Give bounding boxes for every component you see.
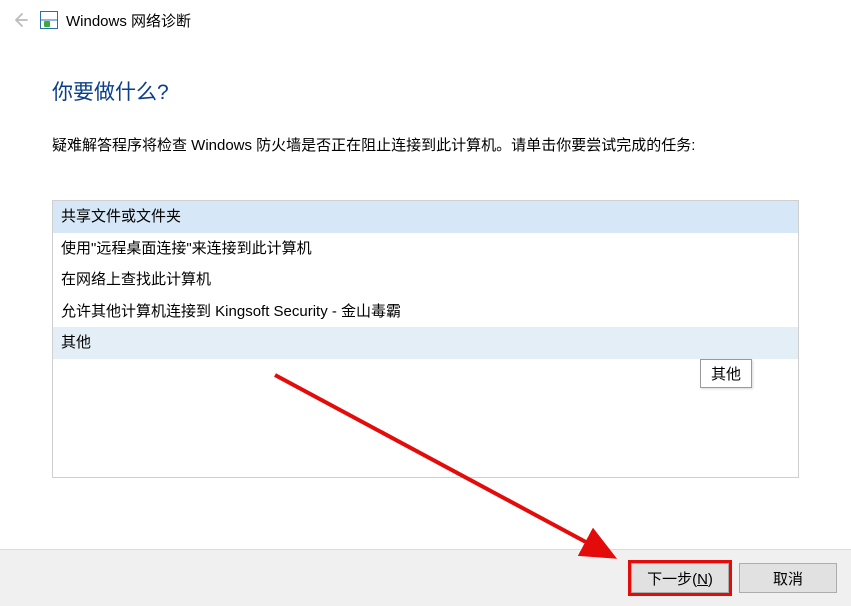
- next-button-mnemonic: N: [697, 571, 708, 588]
- option-find-on-network[interactable]: 在网络上查找此计算机: [53, 264, 798, 296]
- window-title: Windows 网络诊断: [66, 10, 191, 31]
- next-button-label-tail: ): [708, 571, 713, 588]
- network-diagnostics-icon: [40, 11, 58, 29]
- footer-bar: 下一步(N) 取消: [0, 549, 851, 606]
- options-listbox[interactable]: 共享文件或文件夹 使用"远程桌面连接"来连接到此计算机 在网络上查找此计算机 允…: [52, 200, 799, 478]
- tooltip-other: 其他: [700, 359, 752, 388]
- page-heading: 你要做什么?: [52, 76, 799, 106]
- cancel-button[interactable]: 取消: [739, 563, 837, 593]
- option-share-files[interactable]: 共享文件或文件夹: [53, 201, 798, 233]
- back-arrow-icon: [8, 8, 32, 32]
- description-text: 疑难解答程序将检查 Windows 防火墙是否正在阻止连接到此计算机。请单击你要…: [52, 134, 799, 158]
- option-kingsoft-security[interactable]: 允许其他计算机连接到 Kingsoft Security - 金山毒霸: [53, 296, 798, 328]
- next-button-label: 下一步(: [647, 571, 697, 588]
- next-button[interactable]: 下一步(N): [631, 563, 729, 593]
- window-header: Windows 网络诊断: [0, 0, 851, 36]
- option-remote-desktop[interactable]: 使用"远程桌面连接"来连接到此计算机: [53, 233, 798, 265]
- option-other[interactable]: 其他: [53, 327, 798, 359]
- content-area: 你要做什么? 疑难解答程序将检查 Windows 防火墙是否正在阻止连接到此计算…: [0, 36, 851, 478]
